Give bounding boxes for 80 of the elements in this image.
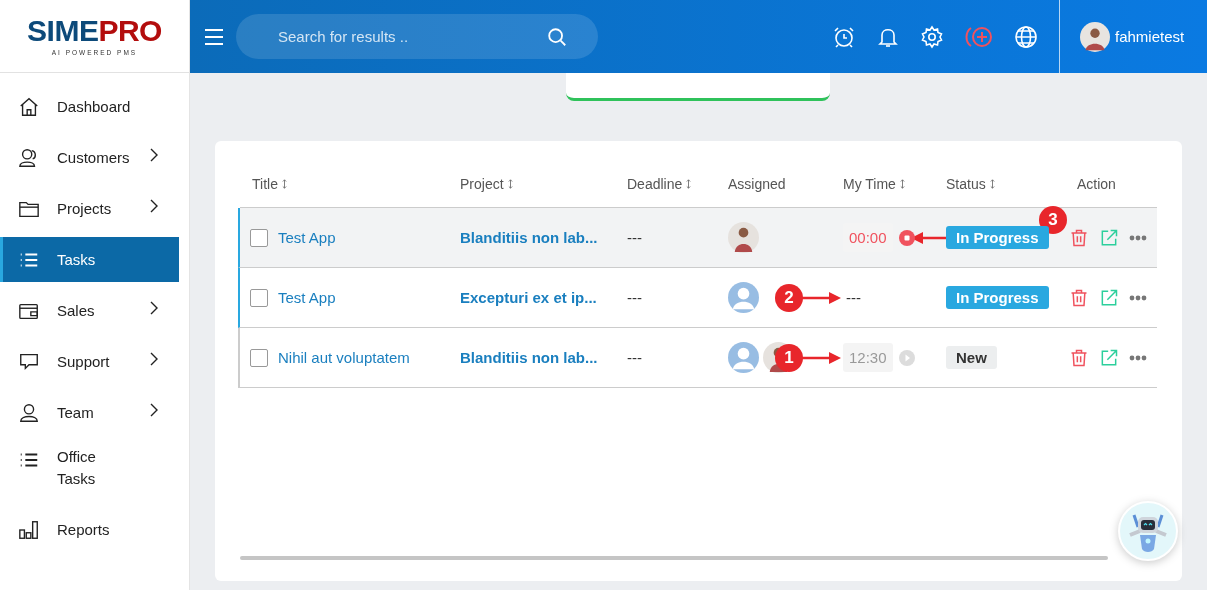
user-placeholder-icon [728, 342, 759, 373]
delete-icon[interactable] [1069, 347, 1089, 368]
more-icon[interactable] [1129, 354, 1147, 361]
checkbox[interactable] [250, 348, 268, 367]
sidebar-item[interactable]: Team [0, 390, 179, 435]
arrow-icon [801, 292, 841, 304]
task-title-link[interactable]: Nihil aut voluptatem [278, 349, 410, 366]
chevron-icon [149, 351, 159, 366]
step-number: 3 [1039, 206, 1067, 234]
deadline-text: --- [627, 229, 642, 246]
user-avatar-icon[interactable] [1080, 21, 1110, 52]
chevron-icon [149, 198, 159, 213]
column-header: Action [1077, 176, 1116, 192]
globe-icon[interactable] [1014, 24, 1038, 49]
search-icon[interactable] [546, 26, 568, 48]
user-name[interactable]: fahmietest [1115, 28, 1185, 45]
settings-icon[interactable] [920, 24, 944, 49]
more-icon[interactable] [1129, 294, 1147, 301]
sort-icon[interactable] [686, 179, 692, 189]
sidebar-label: Sales [57, 302, 96, 319]
robot-assistant-icon[interactable] [1118, 501, 1178, 561]
deadline-text: --- [627, 289, 642, 306]
chevron-icon [149, 300, 159, 315]
user-icon [18, 401, 40, 424]
column-header[interactable]: Deadline [627, 176, 683, 192]
table-row[interactable]: Test App Excepturi ex et ip... --- 2 --- In Progress [238, 268, 1157, 328]
sidebar-label: Dashboard [57, 98, 132, 115]
column-header[interactable]: Status [946, 176, 986, 192]
sidebar-label: Office Tasks [57, 447, 97, 489]
column-header[interactable]: Title [252, 176, 278, 192]
sort-icon[interactable] [281, 179, 287, 189]
deadline-text: --- [627, 349, 642, 366]
column-header[interactable]: My Time [843, 176, 896, 192]
step-number: 2 [775, 284, 803, 312]
step-number: 1 [775, 344, 803, 372]
sidebar-item[interactable]: Reports [0, 507, 179, 552]
sidebar-label: Tasks [57, 251, 97, 268]
project-link[interactable]: Blanditiis non lab... [460, 349, 598, 366]
sort-icon[interactable] [507, 179, 513, 189]
sidebar-label: Support [57, 353, 111, 370]
project-link[interactable]: Excepturi ex et ip... [460, 289, 597, 306]
checkbox[interactable] [250, 228, 268, 247]
timer-text: 12:30 [843, 343, 893, 372]
table-row[interactable]: Nihil aut voluptatem Blanditiis non lab... --- 1 12:30 New [238, 328, 1157, 388]
sidebar-item[interactable]: Tasks [0, 237, 179, 282]
sidebar-item[interactable]: Projects [0, 186, 179, 231]
sort-icon[interactable] [989, 179, 995, 189]
stop-icon[interactable] [898, 229, 915, 246]
alarm-clock-icon[interactable] [832, 24, 856, 49]
status-badge: In Progress [946, 226, 1049, 249]
home-icon [18, 95, 40, 118]
checkbox[interactable] [250, 288, 268, 307]
sort-icon[interactable] [899, 179, 905, 189]
task-title-link[interactable]: Test App [278, 229, 336, 246]
sidebar-item[interactable]: Sales [0, 288, 179, 333]
sidebar-label: Reports [57, 521, 111, 538]
delete-icon[interactable] [1069, 227, 1089, 248]
project-link[interactable]: Blanditiis non lab... [460, 229, 598, 246]
status-badge: New [946, 346, 997, 369]
bar-chart-icon [18, 518, 40, 541]
table-row[interactable]: Test App Blanditiis non lab... --- 00:00 3 In Progress [238, 208, 1157, 268]
delete-icon[interactable] [1069, 287, 1089, 308]
status-badge: In Progress [946, 286, 1049, 309]
sidebar-item[interactable]: Dashboard [0, 84, 179, 129]
more-icon[interactable] [1129, 234, 1147, 241]
sidebar-item[interactable]: Office Tasks [0, 441, 179, 501]
sidebar-item[interactable]: Support [0, 339, 179, 384]
horizontal-scrollbar[interactable] [240, 556, 1108, 560]
task-title-link[interactable]: Test App [278, 289, 336, 306]
arrow-icon [801, 352, 841, 364]
chevron-icon [149, 402, 159, 417]
user-placeholder-icon [728, 282, 759, 313]
sidebar-item[interactable]: Customers [0, 135, 179, 180]
sidebar-label: Team [57, 404, 95, 421]
avatar-icon [728, 222, 759, 253]
chevron-icon [149, 147, 159, 162]
column-header[interactable]: Project [460, 176, 504, 192]
sidebar-label: Customers [57, 149, 131, 166]
column-header: Assigned [728, 176, 786, 192]
sidebar-label: Projects [57, 200, 113, 217]
